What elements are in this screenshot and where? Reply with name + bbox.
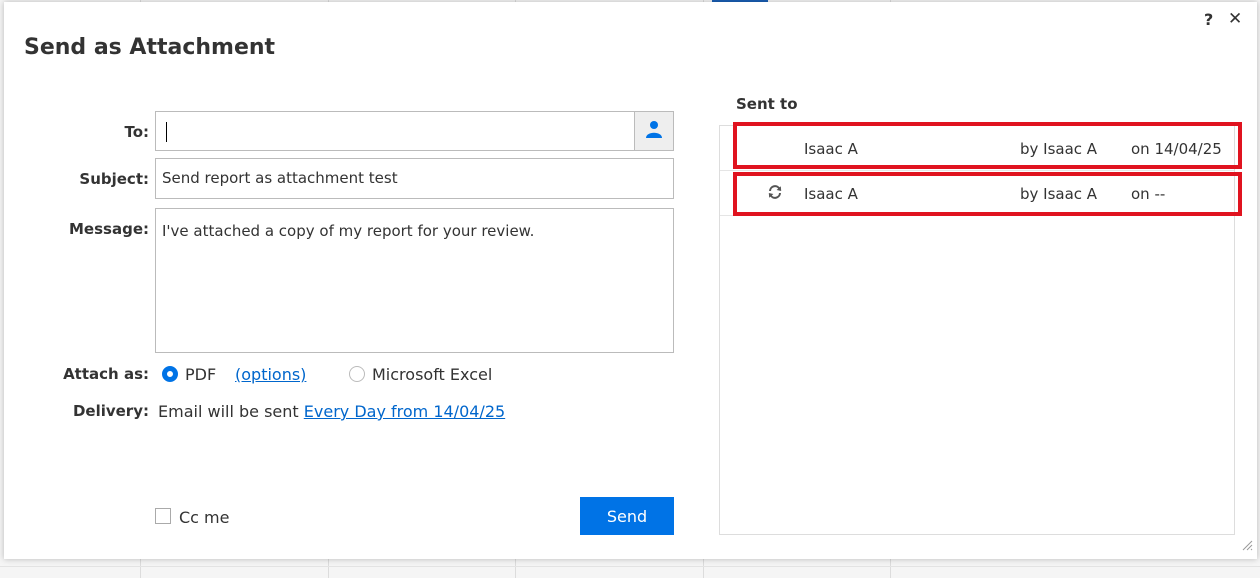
cc-me-label[interactable]: Cc me	[179, 508, 229, 527]
subject-label: Subject:	[79, 170, 149, 188]
subject-input[interactable]: Send report as attachment test	[155, 158, 674, 199]
person-icon	[646, 120, 662, 142]
pdf-radio[interactable]	[162, 366, 178, 382]
resize-grip-icon[interactable]	[1241, 536, 1253, 555]
excel-option-label[interactable]: Microsoft Excel	[372, 365, 492, 384]
delivery-text: Email will be sent	[158, 402, 299, 421]
highlight-box-row-1	[733, 122, 1242, 169]
help-icon[interactable]: ?	[1204, 10, 1213, 29]
to-input[interactable]	[155, 111, 674, 151]
delivery-label: Delivery:	[72, 402, 149, 420]
highlight-box-row-2	[733, 172, 1242, 216]
dialog-title: Send as Attachment	[24, 35, 276, 60]
attach-as-label: Attach as:	[63, 365, 149, 383]
send-as-attachment-dialog: Send as Attachment ? ✕ To: Subject: Send…	[4, 2, 1257, 559]
excel-radio[interactable]	[349, 366, 365, 382]
contact-picker-button[interactable]	[634, 112, 673, 150]
to-label: To:	[124, 123, 149, 141]
sent-to-title: Sent to	[736, 95, 798, 113]
delivery-schedule-link[interactable]: Every Day from 14/04/25	[304, 402, 505, 421]
cc-me-checkbox[interactable]	[155, 508, 171, 524]
send-button[interactable]: Send	[580, 497, 674, 535]
delivery-description: Email will be sent Every Day from 14/04/…	[158, 402, 505, 421]
pdf-option-label[interactable]: PDF	[185, 365, 216, 384]
close-icon[interactable]: ✕	[1228, 9, 1242, 29]
text-caret	[166, 122, 167, 142]
pdf-options-link[interactable]: (options)	[235, 365, 306, 384]
message-textarea[interactable]: I've attached a copy of my report for yo…	[155, 208, 674, 353]
message-label: Message:	[69, 220, 149, 238]
